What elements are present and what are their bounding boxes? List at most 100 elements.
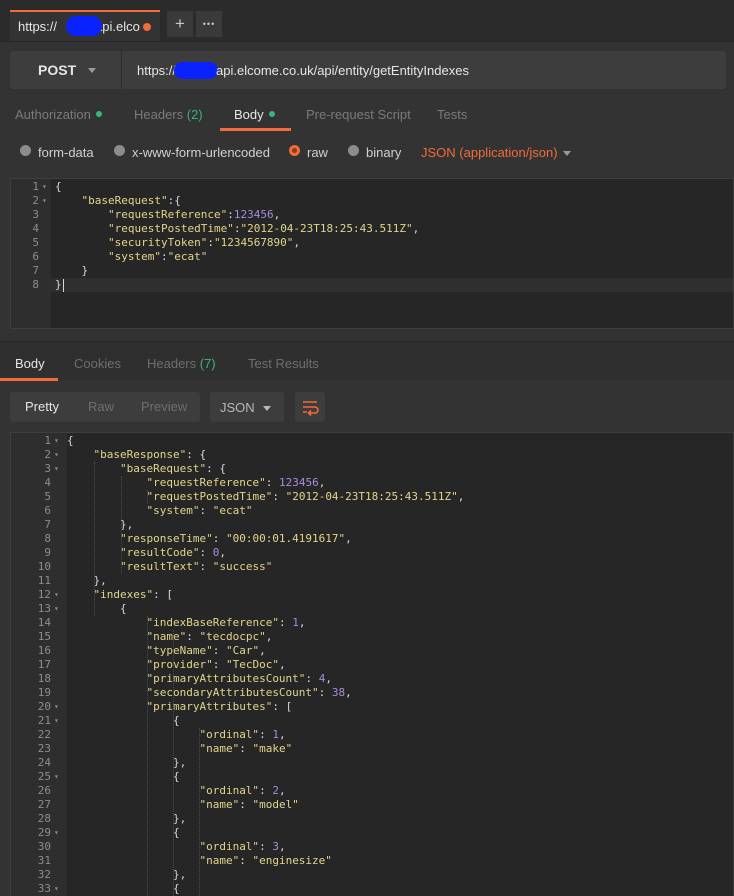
json-string: "model"	[252, 798, 299, 811]
fold-arrow-icon[interactable]: ▾	[54, 450, 59, 459]
code-line: "indexBaseReference": 1,	[67, 616, 305, 629]
json-punctuation: :	[207, 236, 214, 249]
request-tab[interactable]: https://api.elco	[10, 10, 160, 41]
json-punctuation: :	[259, 784, 273, 797]
json-key: "requestReference"	[107, 208, 228, 221]
fold-arrow-icon[interactable]: ▾	[42, 182, 47, 191]
code-line: "requestPostedTime":"2012-04-23T18:25:43…	[55, 222, 419, 235]
response-body-viewer[interactable]: 1 ▾{2 ▾ "baseResponse": {3 ▾ "baseRequest":…	[10, 432, 734, 896]
json-punctuation: }	[55, 278, 62, 291]
wrap-lines-button[interactable]	[295, 392, 325, 422]
code-line: "name": "model"	[67, 798, 299, 811]
fold-arrow-icon[interactable]: ▾	[54, 604, 59, 613]
code-line: },	[67, 868, 186, 881]
status-dot-icon	[268, 111, 275, 117]
code-line: },	[67, 574, 107, 587]
fold-arrow-icon[interactable]: ▾	[54, 772, 59, 781]
response-tab-cookies[interactable]: Cookies	[74, 356, 121, 371]
json-string: "Car"	[225, 644, 260, 657]
format-label: JSON	[220, 400, 255, 415]
format-select[interactable]: JSON	[210, 392, 284, 422]
json-punctuation: :	[199, 560, 213, 573]
url-prefix: https://	[137, 63, 177, 78]
line-number: 3	[32, 208, 39, 221]
line-number: 5	[44, 490, 51, 503]
json-punctuation	[67, 728, 199, 741]
json-punctuation	[67, 448, 94, 461]
content-type-select[interactable]: JSON (application/json)	[421, 145, 558, 160]
indent-guide	[121, 476, 123, 574]
json-key: "provider"	[146, 658, 213, 671]
response-tab-headers[interactable]: Headers (7)	[147, 356, 216, 371]
radio-form-data[interactable]	[20, 145, 31, 156]
json-punctuation	[67, 616, 146, 629]
tab-label: Body	[234, 107, 264, 122]
json-key: "primaryAttributes"	[146, 700, 273, 713]
tab-tests[interactable]: Tests	[437, 107, 467, 122]
line-number: 26	[37, 784, 51, 797]
tab-label: Test Results	[248, 356, 319, 371]
method-select[interactable]: POST	[10, 51, 122, 89]
url-input[interactable]: https:// api.elcome.co.uk/api/entity/getE…	[137, 62, 469, 79]
view-pretty-button[interactable]: Pretty	[25, 399, 59, 414]
line-number: 32	[37, 868, 51, 881]
response-tab-test-results[interactable]: Test Results	[248, 356, 319, 371]
json-string: "TecDoc"	[225, 658, 279, 671]
json-punctuation: :{	[167, 194, 181, 207]
line-number: 24	[37, 756, 51, 769]
chevron-down-icon[interactable]	[563, 151, 571, 156]
tab-pre-request-script[interactable]: Pre-request Script	[306, 107, 411, 122]
line-number: 4	[32, 222, 39, 235]
tab-label: Headers	[134, 107, 184, 122]
line-number: 30	[37, 840, 51, 853]
tab-label: Pre-request Script	[306, 107, 411, 122]
json-punctuation: :	[212, 532, 226, 545]
tab-headers[interactable]: Headers (2)	[134, 107, 203, 122]
fold-arrow-icon[interactable]: ▾	[54, 464, 59, 473]
radio-x-www-form-urlencoded[interactable]	[114, 145, 125, 156]
tab-label: Tests	[437, 107, 468, 122]
code-line: "primaryAttributes": [	[67, 700, 292, 713]
new-tab-button[interactable]: +	[166, 10, 194, 38]
code-line: "name": "make"	[67, 742, 292, 755]
line-number: 2	[44, 448, 51, 461]
code-line: {	[67, 770, 180, 783]
line-number: 7	[44, 518, 51, 531]
json-punctuation: ,	[345, 532, 352, 545]
json-punctuation: {	[67, 826, 180, 839]
json-punctuation: :	[212, 658, 226, 671]
more-tabs-button[interactable]: •••	[195, 10, 223, 38]
fold-arrow-icon[interactable]: ▾	[54, 828, 59, 837]
fold-arrow-icon[interactable]: ▾	[54, 702, 59, 711]
json-string: "00:00:01.4191617"	[225, 532, 346, 545]
fold-arrow-icon[interactable]: ▾	[54, 436, 59, 445]
fold-arrow-icon[interactable]: ▾	[42, 196, 47, 205]
json-punctuation: },	[67, 574, 107, 587]
radio-label-raw[interactable]: raw	[307, 145, 328, 160]
json-key: "securityToken"	[107, 236, 208, 249]
radio-binary[interactable]	[348, 145, 359, 156]
radio-label-x-www-form-urlencoded[interactable]: x-www-form-urlencoded	[132, 145, 270, 160]
fold-arrow-icon[interactable]: ▾	[54, 716, 59, 725]
view-preview-button[interactable]: Preview	[141, 399, 187, 414]
tab-body[interactable]: Body	[234, 107, 275, 122]
json-punctuation	[55, 208, 108, 221]
line-number: 1	[44, 434, 51, 447]
json-punctuation: ,	[318, 476, 326, 489]
json-punctuation: :	[239, 854, 253, 867]
radio-raw[interactable]	[289, 145, 300, 156]
tab-authorization[interactable]: Authorization	[15, 107, 102, 122]
json-punctuation	[67, 686, 146, 699]
request-body-editor[interactable]: 1 ▾ {2 ▾ "baseRequest":{3 "requestReference…	[10, 178, 734, 329]
code-line: "typeName": "Car",	[67, 644, 265, 657]
radio-label-form-data[interactable]: form-data	[38, 145, 94, 160]
fold-arrow-icon[interactable]: ▾	[54, 590, 59, 599]
fold-arrow-icon[interactable]: ▾	[54, 884, 59, 893]
response-tab-body[interactable]: Body	[15, 356, 45, 371]
json-punctuation	[67, 504, 146, 517]
radio-label-binary[interactable]: binary	[366, 145, 401, 160]
json-string: "enginesize"	[252, 854, 332, 867]
json-punctuation: ,	[298, 616, 306, 629]
view-raw-button[interactable]: Raw	[88, 399, 114, 414]
json-key: "baseRequest"	[119, 462, 207, 475]
